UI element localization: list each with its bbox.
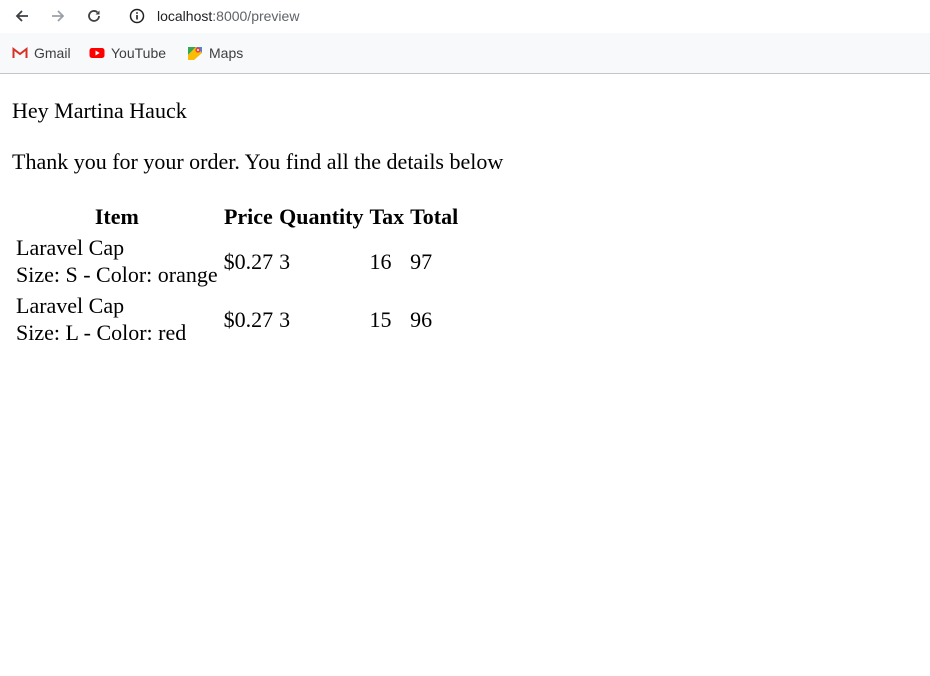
column-header-quantity: Quantity <box>279 204 364 229</box>
tax-cell: 16 <box>369 248 392 274</box>
gmail-icon <box>12 46 28 58</box>
table-header-row: Item Price Quantity Tax Total <box>14 203 460 231</box>
browser-toolbar: localhost:8000/preview <box>0 0 930 33</box>
reload-button[interactable] <box>81 4 107 28</box>
bookmarks-bar: Gmail YouTube Maps <box>0 33 930 74</box>
address-bar[interactable]: localhost:8000/preview <box>120 2 920 30</box>
bookmark-youtube[interactable]: YouTube <box>89 44 166 62</box>
item-cell: Laravel Cap Size: S - Color: orange <box>14 233 220 289</box>
youtube-icon <box>89 48 105 58</box>
maps-icon <box>188 47 202 60</box>
table-row: Laravel Cap Size: S - Color: orange $0.2… <box>14 233 460 289</box>
total-cell: 97 <box>410 248 433 274</box>
column-header-total: Total <box>410 204 459 229</box>
bookmark-label: YouTube <box>111 45 167 61</box>
table-row: Laravel Cap Size: L - Color: red $0.27 3… <box>14 291 460 347</box>
item-name: Laravel Cap <box>16 235 125 260</box>
item-variant: Size: L - Color: red <box>16 320 187 345</box>
column-header-item: Item <box>94 204 139 229</box>
url-text: localhost:8000/preview <box>157 8 299 24</box>
item-variant: Size: S - Color: orange <box>16 262 218 287</box>
bookmark-label: Gmail <box>34 45 71 61</box>
order-table: Item Price Quantity Tax Total Laravel Ca… <box>12 201 462 349</box>
item-name: Laravel Cap <box>16 293 125 318</box>
bookmark-label: Maps <box>209 45 244 61</box>
forward-button[interactable] <box>45 4 71 28</box>
back-button[interactable] <box>9 4 35 28</box>
price-cell: $0.27 <box>223 306 274 332</box>
column-header-price: Price <box>223 204 273 229</box>
quantity-cell: 3 <box>279 306 291 332</box>
item-cell: Laravel Cap Size: L - Color: red <box>14 291 220 347</box>
info-icon[interactable] <box>129 8 145 24</box>
total-cell: 96 <box>410 306 433 332</box>
bookmark-gmail[interactable]: Gmail <box>12 44 71 62</box>
bookmark-maps[interactable]: Maps <box>187 44 243 62</box>
quantity-cell: 3 <box>279 248 291 274</box>
intro-text: Thank you for your order. You find all t… <box>12 149 504 174</box>
arrow-right-icon <box>52 10 65 22</box>
arrow-left-icon <box>15 10 28 22</box>
url-host: localhost <box>157 8 213 24</box>
price-cell: $0.27 <box>223 248 274 274</box>
column-header-tax: Tax <box>369 204 405 229</box>
url-path: :8000/preview <box>212 8 300 24</box>
reload-icon <box>88 10 100 22</box>
greeting-text: Hey Martina Hauck <box>12 98 187 123</box>
tax-cell: 15 <box>369 306 392 332</box>
